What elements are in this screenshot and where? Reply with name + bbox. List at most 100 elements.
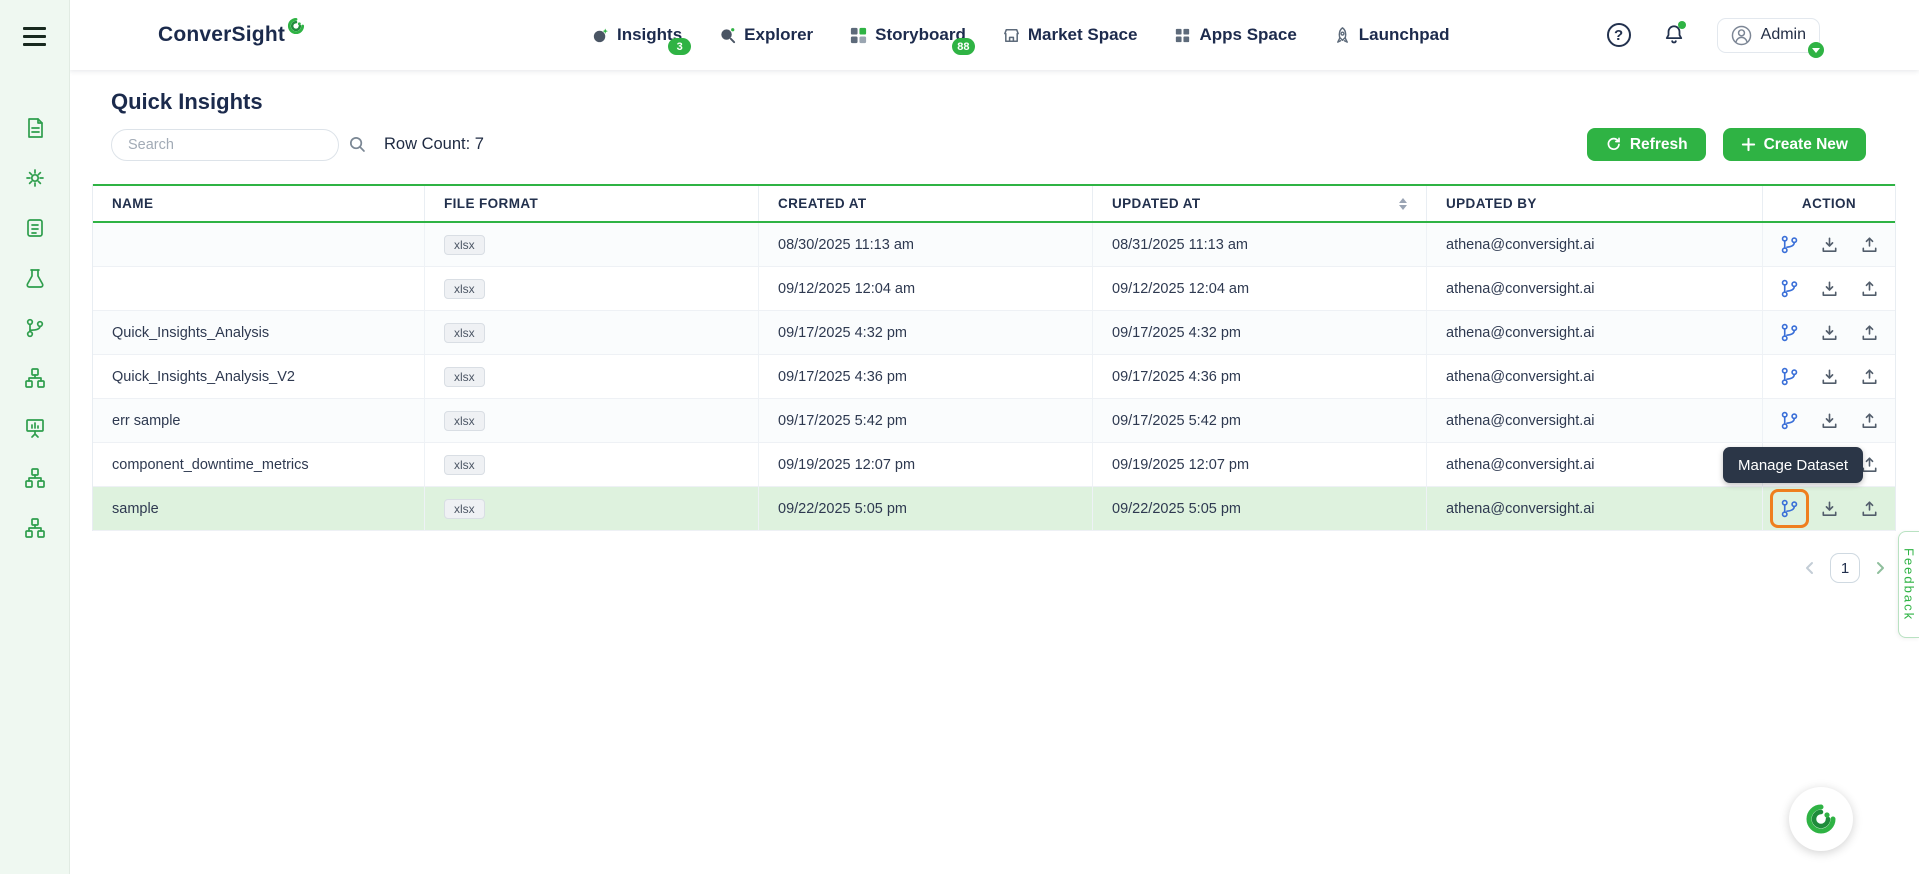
table-row[interactable]: xlsx 08/30/2025 11:13 am 08/31/2025 11:1… <box>93 223 1895 267</box>
help-icon[interactable]: ? <box>1607 23 1631 47</box>
brand-swirl-icon <box>1803 801 1839 837</box>
admin-menu[interactable]: Admin <box>1717 18 1820 53</box>
cell-file-format: xlsx <box>425 267 759 310</box>
cell-updated-by: athena@conversight.ai <box>1427 223 1763 266</box>
column-header-created-at[interactable]: CREATED AT <box>759 186 1093 221</box>
export-icon[interactable] <box>1857 408 1882 433</box>
sitemap-icon <box>23 366 47 390</box>
row-count-label: Row Count: 7 <box>384 135 484 154</box>
sort-icon[interactable] <box>1399 198 1407 210</box>
table-row[interactable]: err sample xlsx 09/17/2025 5:42 pm 09/17… <box>93 399 1895 443</box>
admin-label: Admin <box>1761 26 1806 44</box>
sidebar-item-pipelines[interactable] <box>23 316 47 340</box>
sidebar-item-labs[interactable] <box>23 266 47 290</box>
column-header-updated-at[interactable]: UPDATED AT <box>1093 186 1427 221</box>
storyboard-icon <box>849 26 868 45</box>
table-row[interactable]: Quick_Insights_Analysis_V2 xlsx 09/17/20… <box>93 355 1895 399</box>
download-icon[interactable] <box>1817 408 1842 433</box>
format-chip: xlsx <box>444 323 485 343</box>
sidebar-item-workflow[interactable] <box>23 366 47 390</box>
brand-logo[interactable]: ConverSight <box>158 23 306 47</box>
create-new-button[interactable]: Create New <box>1723 128 1866 161</box>
feedback-tab[interactable]: Feedback <box>1898 531 1919 638</box>
column-header-name[interactable]: NAME <box>93 186 425 221</box>
export-icon[interactable] <box>1857 496 1882 521</box>
search-icon[interactable] <box>348 135 367 154</box>
export-icon[interactable] <box>1857 276 1882 301</box>
table-body: xlsx 08/30/2025 11:13 am 08/31/2025 11:1… <box>93 223 1895 531</box>
download-icon[interactable] <box>1817 364 1842 389</box>
presentation-icon <box>23 416 47 440</box>
manage-dataset-icon[interactable] <box>1777 276 1802 301</box>
column-header-file-format[interactable]: FILE FORMAT <box>425 186 759 221</box>
cell-updated-by: athena@conversight.ai <box>1427 355 1763 398</box>
cell-created-at: 09/12/2025 12:04 am <box>759 267 1093 310</box>
cell-name: Quick_Insights_Analysis <box>93 311 425 354</box>
cell-created-at: 08/30/2025 11:13 am <box>759 223 1093 266</box>
manage-dataset-icon[interactable] <box>1777 320 1802 345</box>
nav-item-insights[interactable]: Insights 3 <box>591 25 682 45</box>
refresh-button[interactable]: Refresh <box>1587 128 1706 161</box>
nav-item-apps-space[interactable]: Apps Space <box>1173 25 1296 45</box>
insights-icon <box>591 26 610 45</box>
cell-updated-at: 09/22/2025 5:05 pm <box>1093 487 1427 530</box>
page-number[interactable]: 1 <box>1830 553 1860 583</box>
download-icon[interactable] <box>1817 276 1842 301</box>
cell-created-at: 09/17/2025 4:36 pm <box>759 355 1093 398</box>
sidebar-item-hierarchy[interactable] <box>23 466 47 490</box>
table-row[interactable]: Quick_Insights_Analysis xlsx 09/17/2025 … <box>93 311 1895 355</box>
nav-item-storyboard[interactable]: Storyboard 88 <box>849 25 966 45</box>
cell-updated-at: 09/17/2025 4:36 pm <box>1093 355 1427 398</box>
cell-file-format: xlsx <box>425 223 759 266</box>
nav-label: Apps Space <box>1199 25 1296 45</box>
download-icon[interactable] <box>1817 320 1842 345</box>
manage-dataset-icon-highlighted[interactable] <box>1777 496 1802 521</box>
document-icon <box>23 216 47 240</box>
spreadsheet-file-icon <box>23 116 47 140</box>
cell-file-format: xlsx <box>425 443 759 486</box>
manage-dataset-icon[interactable] <box>1777 364 1802 389</box>
sidebar-item-file[interactable] <box>23 116 47 140</box>
sidebar-item-presentation[interactable] <box>23 416 47 440</box>
tooltip-text: Manage Dataset <box>1738 457 1848 474</box>
cell-action <box>1763 355 1895 398</box>
search-input[interactable] <box>111 129 339 161</box>
manage-dataset-icon[interactable] <box>1777 408 1802 433</box>
sidebar <box>0 0 70 874</box>
sidebar-item-settings[interactable] <box>23 166 47 190</box>
controls-bar: Row Count: 7 Refresh Create New <box>92 128 1896 161</box>
cell-updated-by: athena@conversight.ai <box>1427 311 1763 354</box>
datasets-table: NAME FILE FORMAT CREATED AT UPDATED AT U… <box>92 184 1896 531</box>
cell-action <box>1763 267 1895 310</box>
notifications-bell-icon[interactable] <box>1663 23 1685 48</box>
export-icon[interactable] <box>1857 320 1882 345</box>
export-icon[interactable] <box>1857 232 1882 257</box>
sidebar-item-forms[interactable] <box>23 216 47 240</box>
cell-name: err sample <box>93 399 425 442</box>
nav-item-launchpad[interactable]: Launchpad <box>1333 25 1450 45</box>
previous-page-icon[interactable] <box>1802 560 1818 576</box>
manage-dataset-icon[interactable] <box>1777 232 1802 257</box>
table-row[interactable]: xlsx 09/12/2025 12:04 am 09/12/2025 12:0… <box>93 267 1895 311</box>
topbar: ConverSight Insights 3 Explorer Storyboa… <box>69 0 1919 70</box>
nav-item-explorer[interactable]: Explorer <box>718 25 813 45</box>
table-row[interactable]: component_downtime_metrics xlsx 09/19/20… <box>93 443 1895 487</box>
sidebar-item-org[interactable] <box>23 516 47 540</box>
topbar-right: ? Admin <box>1607 0 1820 70</box>
download-icon[interactable] <box>1817 496 1842 521</box>
brand-name: ConverSight <box>158 23 285 47</box>
assistant-fab[interactable] <box>1789 787 1853 851</box>
brand-leaf-icon <box>286 16 306 36</box>
download-icon[interactable] <box>1817 232 1842 257</box>
cell-created-at: 09/17/2025 5:42 pm <box>759 399 1093 442</box>
nav-item-market-space[interactable]: Market Space <box>1002 25 1138 45</box>
hamburger-menu-icon[interactable] <box>23 27 46 46</box>
cell-updated-at: 09/17/2025 5:42 pm <box>1093 399 1427 442</box>
nav-badge-storyboard: 88 <box>952 38 975 55</box>
table-row-selected[interactable]: sample xlsx 09/22/2025 5:05 pm 09/22/202… <box>93 487 1895 531</box>
next-page-icon[interactable] <box>1872 560 1888 576</box>
column-header-updated-by[interactable]: UPDATED BY <box>1427 186 1763 221</box>
export-icon[interactable] <box>1857 364 1882 389</box>
format-chip: xlsx <box>444 411 485 431</box>
explorer-icon <box>718 26 737 45</box>
